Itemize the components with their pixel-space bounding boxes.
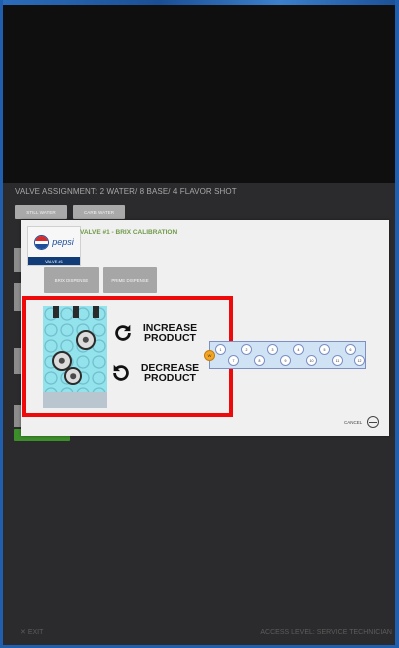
exit-label: EXIT bbox=[27, 629, 44, 636]
cancel-button[interactable]: CANCEL bbox=[344, 416, 380, 428]
prime-dispense-button[interactable]: PRIME DISPENSE bbox=[103, 267, 157, 293]
highlight-box bbox=[22, 296, 233, 417]
valve-chain-diagram: 1 2 3 4 5 6 7 8 9 10 11 12 bbox=[205, 341, 366, 369]
valve-node[interactable]: 12 bbox=[354, 355, 365, 366]
valve-node[interactable]: 2 bbox=[241, 344, 252, 355]
brand-wordmark: pepsi bbox=[52, 237, 74, 247]
valve-node[interactable]: 6 bbox=[345, 344, 356, 355]
valve-node[interactable]: 9 bbox=[280, 355, 291, 366]
pepsi-globe-icon bbox=[34, 234, 50, 250]
valve-node[interactable]: 7 bbox=[228, 355, 239, 366]
cancel-icon bbox=[367, 416, 380, 428]
device-frame-right bbox=[395, 0, 399, 648]
valve-node[interactable]: 1 bbox=[215, 344, 226, 355]
dialog-title: VALVE #1 - BRIX CALIBRATION bbox=[80, 229, 178, 236]
status-area bbox=[3, 5, 395, 183]
current-valve-marker[interactable]: W bbox=[204, 350, 215, 361]
valve-button-partial[interactable] bbox=[14, 405, 21, 427]
valve-node[interactable]: 4 bbox=[293, 344, 304, 355]
brand-logo: pepsi VALVE #1 bbox=[27, 226, 81, 266]
valve-button-partial[interactable] bbox=[14, 348, 21, 374]
exit-button[interactable]: ✕ EXIT bbox=[20, 628, 43, 636]
valve-node[interactable]: 8 bbox=[254, 355, 265, 366]
valve-tag: VALVE #1 bbox=[45, 258, 63, 264]
carb-water-button[interactable]: CARB WATER bbox=[73, 205, 125, 219]
brix-dispense-button[interactable]: BRIX DISPENSE bbox=[44, 267, 99, 293]
valve-button-partial[interactable] bbox=[14, 283, 21, 311]
cancel-label: CANCEL bbox=[344, 419, 363, 425]
valve-button-partial[interactable] bbox=[14, 248, 21, 272]
close-icon: ✕ bbox=[20, 629, 28, 636]
valve-node[interactable]: 10 bbox=[306, 355, 317, 366]
valve-node[interactable]: 11 bbox=[332, 355, 343, 366]
still-water-button[interactable]: STILL WATER bbox=[15, 205, 67, 219]
access-level-label: ACCESS LEVEL: SERVICE TECHNICIAN bbox=[260, 629, 392, 636]
valve-node[interactable]: 3 bbox=[267, 344, 278, 355]
valve-assignment-header: VALVE ASSIGNMENT: 2 WATER/ 8 BASE/ 4 FLA… bbox=[15, 187, 237, 196]
valve-node[interactable]: 5 bbox=[319, 344, 330, 355]
